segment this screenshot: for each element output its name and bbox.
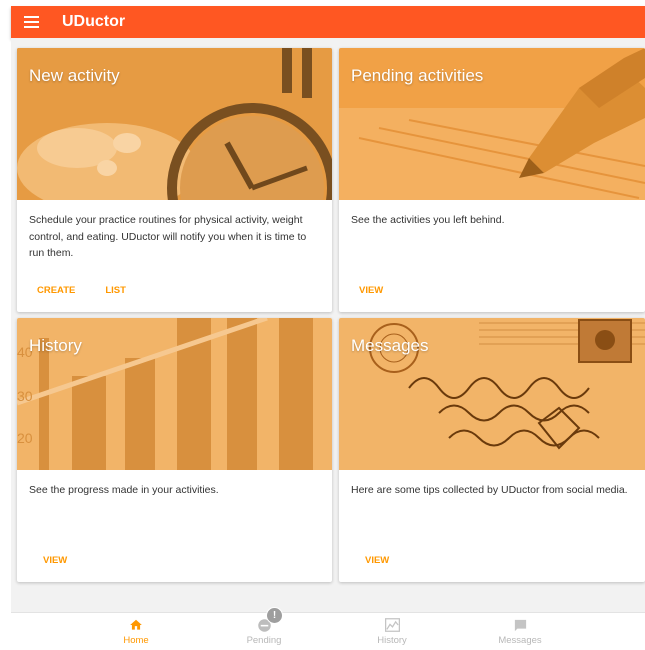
card-actions: CREATE LIST [17,281,148,300]
create-button[interactable]: CREATE [29,281,83,300]
card-actions: VIEW [339,281,405,300]
card-messages: Messages Here are some tips collected by… [339,318,645,582]
card-pending-activities: Pending activities See the activities yo… [339,48,645,312]
card-title: Pending activities [351,66,484,85]
card-title: Messages [351,336,429,355]
card-actions: VIEW [17,551,89,570]
view-messages-button[interactable]: VIEW [357,551,397,570]
card-media-pending: Pending activities [339,48,645,200]
nav-label: History [377,635,407,646]
messages-icon [512,617,528,633]
card-description: Here are some tips collected by UDuctor … [351,484,628,496]
view-history-button[interactable]: VIEW [35,551,75,570]
nav-label: Home [123,635,149,646]
card-media-messages: Messages [339,318,645,470]
card-media-history: 40 30 20 History [17,318,332,470]
nav-label: Pending [246,635,282,646]
nav-label: Messages [498,635,542,646]
list-button[interactable]: LIST [97,281,134,300]
card-new-activity: New activity Schedule your practice rout… [17,48,332,312]
nav-item-home[interactable]: Home [72,613,200,650]
card-history: 40 30 20 History See the progress made i… [17,318,332,582]
history-chart-icon [384,617,400,633]
app-title: UDuctor [62,13,126,30]
nav-item-pending[interactable]: ! Pending [200,607,328,650]
card-media-new-activity: New activity [17,48,332,200]
axis-label: 20 [17,430,33,446]
axis-label: 30 [17,388,33,404]
view-pending-button[interactable]: VIEW [351,281,391,300]
card-description: Schedule your practice routines for phys… [29,214,307,259]
card-title: New activity [29,66,120,85]
nav-item-messages[interactable]: Messages [456,613,584,650]
pending-badge: ! [266,607,283,624]
card-actions: VIEW [339,551,411,570]
app-bar: UDuctor [11,6,645,38]
card-description: See the activities you left behind. [351,214,505,226]
home-icon [128,617,144,633]
nav-item-history[interactable]: History [328,613,456,650]
bottom-navigation: Home ! Pending History Messages [11,607,645,650]
card-title: History [29,336,82,355]
card-description: See the progress made in your activities… [29,484,219,496]
menu-icon[interactable] [11,6,51,38]
main-content: New activity Schedule your practice rout… [11,38,645,612]
